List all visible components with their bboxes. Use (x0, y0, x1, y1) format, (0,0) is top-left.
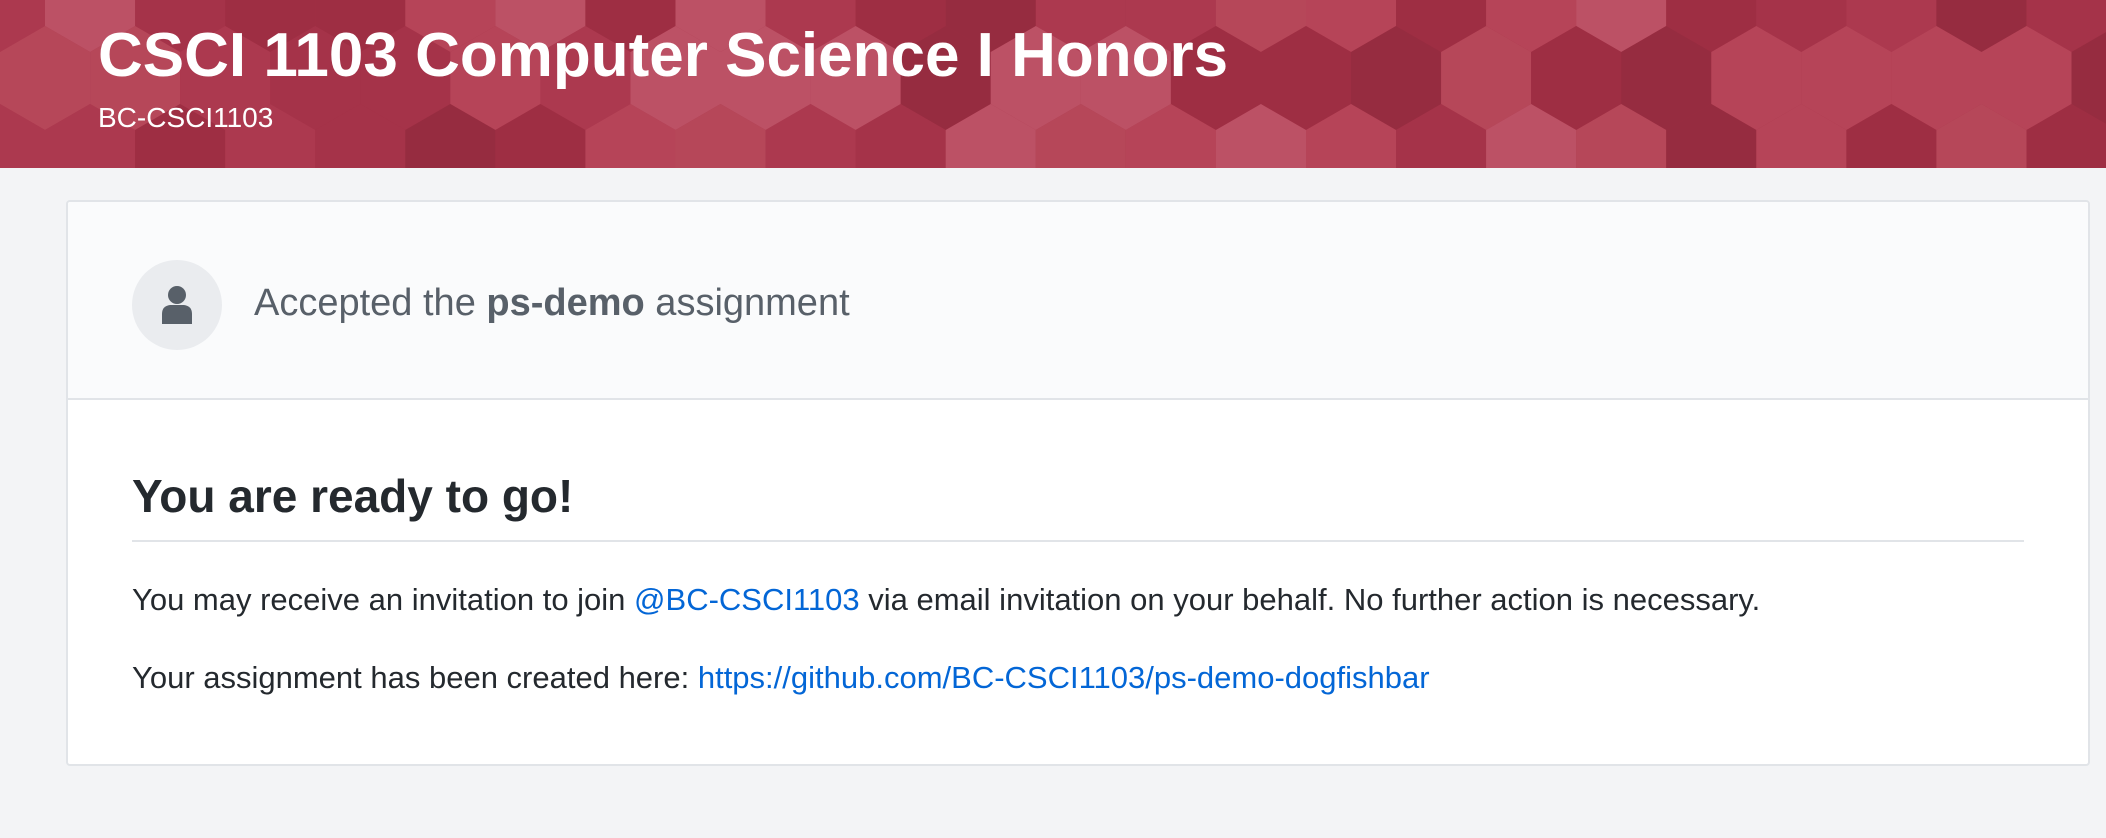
invitation-text: You may receive an invitation to join @B… (132, 580, 1760, 620)
course-org-name: BC-CSCI1103 (98, 102, 274, 133)
assignment-card: Accepted the ps-demo assignment You are … (66, 200, 2090, 766)
assignment-name: ps-demo (486, 282, 645, 324)
repository-link[interactable]: https://github.com/BC-CSCI1103/ps-demo-d… (698, 660, 1430, 695)
invitation-after: via email invitation on your behalf. No … (859, 582, 1761, 617)
course-title: CSCI 1103 Computer Science I Honors (98, 21, 1229, 90)
avatar (132, 260, 222, 350)
heading-divider (132, 540, 2024, 542)
ready-heading: You are ready to go! (132, 470, 574, 522)
accepted-assignment-text: Accepted the ps-demo assignment (254, 278, 850, 328)
accepted-suffix: assignment (644, 282, 850, 324)
repository-text: Your assignment has been created here: h… (132, 658, 1430, 698)
card-header: Accepted the ps-demo assignment (68, 202, 2088, 400)
accepted-prefix: Accepted the (254, 282, 487, 324)
invitation-before: You may receive an invitation to join (132, 582, 635, 617)
repository-label: Your assignment has been created here: (132, 660, 698, 695)
user-icon (162, 286, 192, 324)
org-link[interactable]: @BC-CSCI1103 (634, 582, 860, 617)
course-banner: CSCI 1103 Computer Science I Honors BC-C… (0, 0, 2106, 168)
